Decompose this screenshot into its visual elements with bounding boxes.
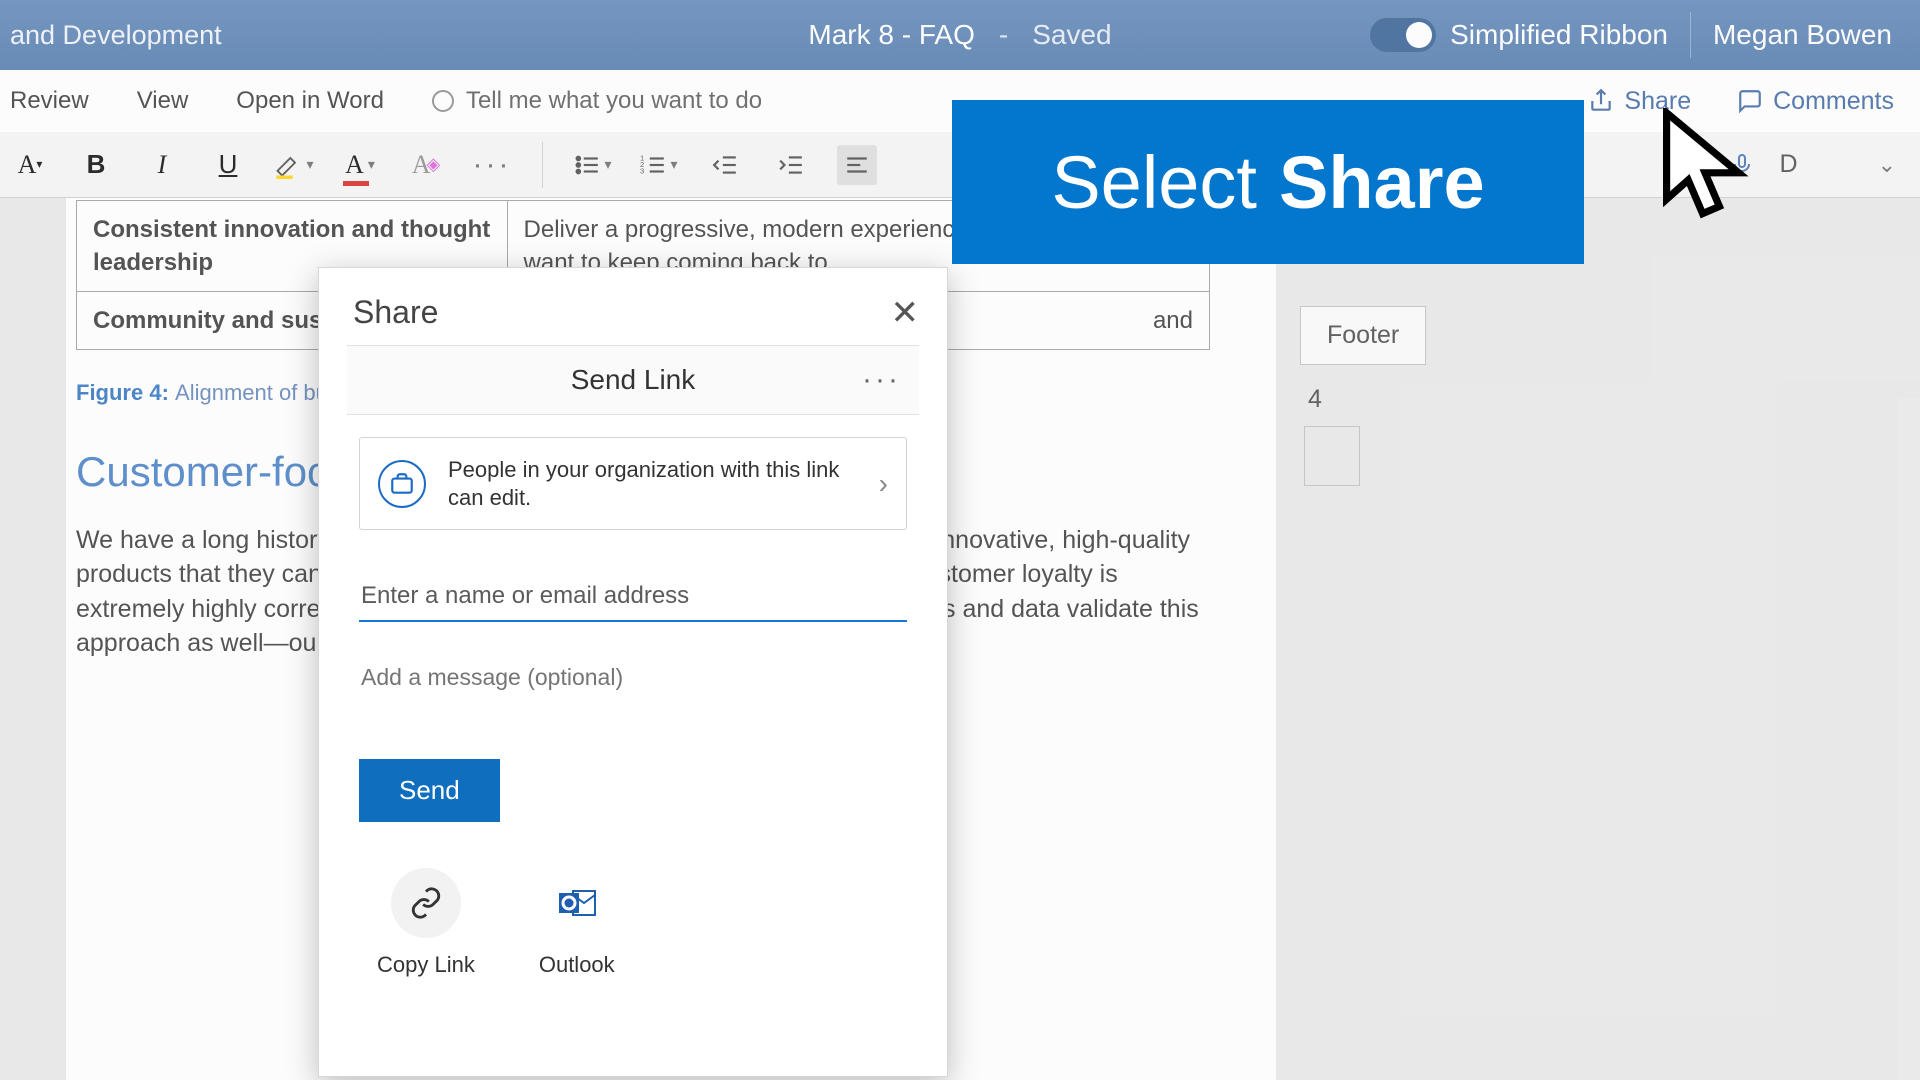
- link-scope-button[interactable]: People in your organization with this li…: [359, 437, 907, 530]
- tutorial-callout: Select Share: [952, 100, 1584, 264]
- close-icon[interactable]: ✕: [891, 296, 920, 330]
- send-link-header: Send Link ···: [347, 345, 919, 415]
- send-link-label: Send Link: [571, 364, 696, 396]
- recipient-input[interactable]: [359, 570, 907, 622]
- callout-prefix: Select: [1051, 140, 1257, 225]
- chevron-right-icon: ›: [879, 468, 888, 500]
- link-icon: [391, 868, 461, 938]
- message-input[interactable]: [359, 660, 907, 695]
- callout-bold: Share: [1279, 140, 1485, 225]
- share-dialog: Share ✕ Send Link ··· People in your org…: [318, 267, 948, 1077]
- outlook-label: Outlook: [539, 952, 615, 978]
- demo-cursor-icon: [1657, 108, 1753, 228]
- briefcase-icon: [378, 460, 426, 508]
- copy-link-label: Copy Link: [377, 952, 475, 978]
- send-button[interactable]: Send: [359, 759, 500, 822]
- share-dialog-title: Share: [353, 294, 438, 331]
- link-scope-text: People in your organization with this li…: [448, 456, 857, 511]
- more-options-button[interactable]: ···: [862, 363, 901, 397]
- copy-link-button[interactable]: Copy Link: [377, 868, 475, 978]
- outlook-button[interactable]: Outlook: [539, 868, 615, 978]
- outlook-icon: [542, 868, 612, 938]
